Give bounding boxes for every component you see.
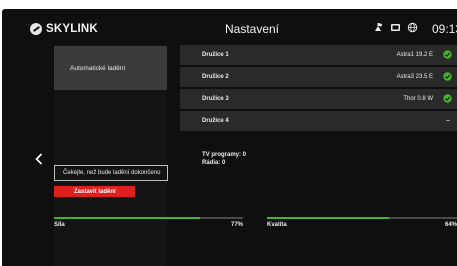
tv-icon — [390, 22, 401, 33]
satellite-dish-icon — [373, 22, 384, 33]
satellite-value: Astra1 19.2 E — [396, 52, 433, 58]
check-circle-icon — [443, 94, 452, 103]
satellite-name: Družice 1 — [202, 52, 229, 58]
no-signal-dash — [446, 120, 450, 121]
stop-tuning-button[interactable]: Zastavit ladění — [54, 186, 135, 197]
satellite-row[interactable]: Družice 3 Thor 0.8 W — [180, 89, 457, 109]
tv-screen: SKYLINK Nastavení 09:1 Automatické laděn… — [2, 9, 457, 266]
auto-tuning-menu-item[interactable]: Automatické ladění — [54, 46, 167, 90]
brand-logo: SKYLINK — [30, 23, 98, 35]
quality-label: Kvalita — [267, 222, 287, 228]
signal-meter-fill — [54, 217, 200, 219]
header: SKYLINK Nastavení 09:1 — [2, 9, 457, 49]
chevron-left-icon — [35, 153, 43, 165]
quality-value: 64% — [444, 222, 457, 228]
satellite-name: Družice 2 — [202, 74, 229, 80]
satellite-name: Družice 3 — [202, 96, 229, 102]
radio-count: Rádia: 0 — [202, 160, 226, 166]
auto-tuning-label: Automatické ladění — [70, 64, 126, 72]
satellite-row[interactable]: Družice 2 Astra3 23.5 E — [180, 67, 457, 87]
signal-meter: Síla 77% — [54, 217, 243, 231]
tv-programs-count: TV programy: 0 — [202, 152, 247, 158]
status-icons — [373, 22, 424, 33]
quality-meter: Kvalita 64% — [267, 217, 457, 231]
satellite-value: Astra3 23.5 E — [396, 74, 433, 80]
satellite-row[interactable]: Družice 1 Astra1 19.2 E — [180, 45, 457, 65]
back-button[interactable] — [33, 152, 45, 166]
page-title: Nastavení — [224, 22, 280, 36]
check-circle-icon — [443, 50, 452, 59]
skylink-logo-icon — [30, 23, 42, 35]
check-circle-icon — [443, 72, 452, 81]
signal-value: 77% — [230, 222, 243, 228]
signal-label: Síla — [54, 222, 65, 228]
globe-icon — [407, 22, 418, 33]
satellite-row[interactable]: Družice 4 — [180, 111, 457, 131]
quality-meter-fill — [267, 217, 389, 219]
satellite-value: Thor 0.8 W — [403, 96, 433, 102]
brand-name: SKYLINK — [46, 23, 98, 35]
channel-counts: TV programy: 0 Rádia: 0 — [202, 151, 246, 167]
clock: 09:13 — [432, 22, 457, 36]
satellite-name: Družice 4 — [202, 118, 229, 124]
tuning-message: Čekejte, než bude ladění dokončeno — [54, 165, 168, 181]
